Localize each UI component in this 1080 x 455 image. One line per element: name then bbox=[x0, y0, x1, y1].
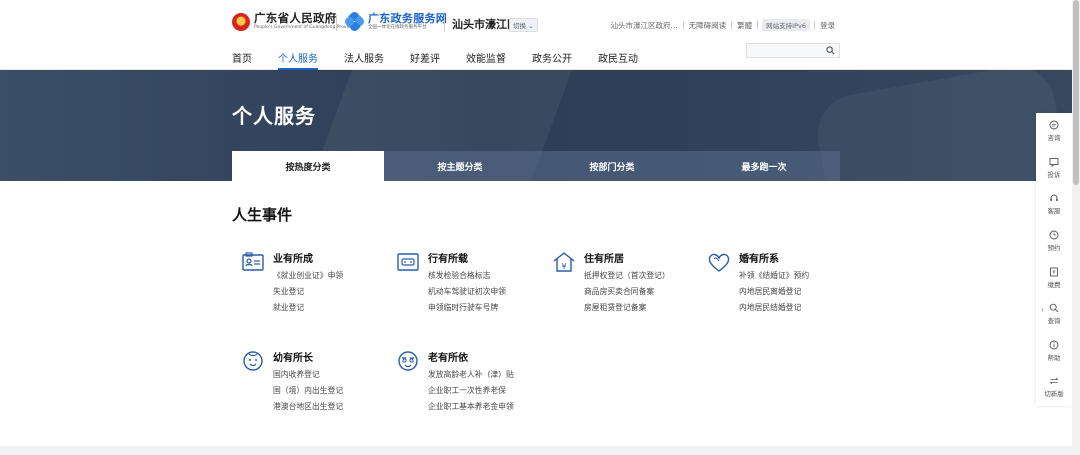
id-card-icon bbox=[242, 252, 264, 271]
service-link[interactable]: 失业登记 bbox=[273, 286, 343, 302]
tab-by-popularity[interactable]: 按热度分类 bbox=[232, 151, 384, 181]
tab-by-theme[interactable]: 按主题分类 bbox=[384, 151, 536, 181]
search-icon bbox=[1049, 304, 1059, 313]
sidebar-label: 预约 bbox=[1047, 244, 1061, 253]
svg-text:¥: ¥ bbox=[1052, 270, 1055, 276]
service-link[interactable]: 国（境）内出生登记 bbox=[273, 385, 343, 401]
sidebar-help[interactable]: 帮助 bbox=[1036, 333, 1072, 370]
nav-rating[interactable]: 好差评 bbox=[410, 50, 440, 70]
sidebar-label: 客服 bbox=[1047, 207, 1061, 216]
login-link[interactable]: 登录 bbox=[815, 20, 840, 31]
service-link[interactable]: 抵押权登记（首次登记） bbox=[584, 270, 670, 286]
service-link[interactable]: 补领《结婚证》预约 bbox=[739, 270, 809, 286]
category-tabs: 按热度分类 按主题分类 按部门分类 最多跑一次 bbox=[232, 151, 840, 181]
gov-link[interactable]: 汕头市濠江区政府... bbox=[606, 20, 683, 31]
top-links: 汕头市濠江区政府... 无障碍阅读 繁體 网站支持IPv6 登录 bbox=[606, 19, 840, 31]
nav-personal-service[interactable]: 个人服务 bbox=[278, 50, 318, 70]
category-title[interactable]: 业有所成 bbox=[273, 250, 313, 265]
section-title: 人生事件 bbox=[232, 206, 293, 224]
category-title[interactable]: 住有所居 bbox=[584, 250, 624, 265]
service-link[interactable]: 申领临时行驶车号牌 bbox=[428, 302, 506, 318]
category-title[interactable]: 婚有所系 bbox=[739, 250, 779, 265]
category-title[interactable]: 行有所载 bbox=[428, 250, 468, 265]
complaint-icon bbox=[1049, 157, 1059, 167]
site-header: 广东省人民政府 People's Government of Guangdong… bbox=[0, 0, 1080, 70]
gd-gov-logo-text: 广东省人民政府 bbox=[254, 11, 337, 25]
car-icon bbox=[397, 253, 419, 271]
gd-gov-logo[interactable]: 广东省人民政府 People's Government of Guangdong… bbox=[232, 12, 356, 31]
category-title[interactable]: 老有所依 bbox=[428, 349, 468, 364]
city-switch-label: 切换 bbox=[513, 22, 526, 30]
service-link[interactable]: 房屋租赁登记备案 bbox=[584, 302, 670, 318]
search-icon[interactable] bbox=[826, 46, 835, 55]
nav-home[interactable]: 首页 bbox=[232, 50, 252, 70]
service-link[interactable]: 商品房买卖合同备案 bbox=[584, 286, 670, 302]
sidebar-label: 缴费 bbox=[1047, 280, 1061, 289]
nav-corporate-service[interactable]: 法人服务 bbox=[344, 50, 384, 70]
heart-icon bbox=[708, 253, 730, 272]
svg-text:¥: ¥ bbox=[561, 262, 566, 271]
sidebar-complaint[interactable]: 投诉 bbox=[1036, 150, 1072, 187]
tab-by-department[interactable]: 按部门分类 bbox=[536, 151, 688, 181]
payment-icon: ¥ bbox=[1050, 267, 1058, 277]
nav-interaction[interactable]: 政民互动 bbox=[598, 50, 638, 70]
service-link[interactable]: 企业职工一次性养老保 bbox=[428, 385, 514, 401]
service-link[interactable]: 港澳台地区出生登记 bbox=[273, 401, 343, 417]
sidebar-service[interactable]: 客服 bbox=[1036, 186, 1072, 223]
sidebar-consult[interactable]: 咨询 bbox=[1036, 113, 1072, 150]
category-title[interactable]: 幼有所长 bbox=[273, 349, 313, 364]
baby-icon bbox=[243, 351, 263, 371]
sidebar-payment[interactable]: ¥ 缴费 bbox=[1036, 259, 1072, 296]
national-emblem-icon bbox=[232, 12, 250, 31]
search-input[interactable] bbox=[746, 43, 840, 58]
scrollbar-thumb[interactable] bbox=[1073, 0, 1079, 185]
service-link[interactable]: 国内收养登记 bbox=[273, 369, 343, 385]
elder-icon bbox=[398, 351, 418, 371]
clock-icon bbox=[1049, 230, 1059, 240]
floating-toolbar: 咨询 投诉 客服 预约 ¥ 缴费 查询 帮助 切新版 bbox=[1036, 113, 1072, 406]
gd-service-logo-subtext: 全国一体化在线政务服务平台 bbox=[368, 25, 427, 30]
sidebar-label: 咨询 bbox=[1047, 134, 1061, 143]
info-icon bbox=[1049, 340, 1059, 350]
service-link[interactable]: 企业职工基本养老金申领 bbox=[428, 401, 514, 417]
traditional-chinese-link[interactable]: 繁體 bbox=[732, 20, 757, 31]
page-title: 个人服务 bbox=[232, 104, 316, 128]
nav-efficiency[interactable]: 效能监督 bbox=[466, 50, 506, 70]
main-nav: 首页 个人服务 法人服务 好差评 效能监督 政务公开 政民互动 bbox=[232, 50, 664, 70]
service-link[interactable]: 发放高龄老人补（津）贴 bbox=[428, 369, 514, 385]
headset-icon bbox=[1050, 195, 1058, 202]
sidebar-label: 投诉 bbox=[1047, 170, 1061, 179]
ipv6-badge: 网站支持IPv6 bbox=[762, 19, 810, 31]
accessible-reading-link[interactable]: 无障碍阅读 bbox=[684, 20, 732, 31]
service-link[interactable]: 核发检验合格标志 bbox=[428, 270, 506, 286]
sidebar-query[interactable]: 查询 bbox=[1036, 296, 1072, 333]
gd-service-logo[interactable]: 广东政务服务网 全国一体化在线政务服务平台 bbox=[343, 10, 448, 33]
chat-icon bbox=[1049, 120, 1059, 130]
sidebar-label: 查询 bbox=[1047, 317, 1061, 326]
sidebar-switch-version[interactable]: 切新版 bbox=[1036, 369, 1072, 406]
city-divider bbox=[444, 15, 445, 31]
gd-gov-logo-subtext: People's Government of Guangdong Provinc… bbox=[254, 25, 356, 30]
gd-service-logo-text: 广东政务服务网 bbox=[368, 12, 448, 25]
sidebar-label: 帮助 bbox=[1047, 353, 1061, 362]
house-icon: ¥ bbox=[553, 252, 575, 272]
service-link[interactable]: 《就业创业证》申领 bbox=[273, 270, 343, 286]
chevron-down-icon: ⌄ bbox=[528, 22, 534, 30]
switch-icon bbox=[1049, 378, 1059, 385]
sidebar-appointment[interactable]: 预约 bbox=[1036, 223, 1072, 260]
footer-strip bbox=[0, 446, 1072, 455]
service-link[interactable]: 就业登记 bbox=[273, 302, 343, 318]
service-link[interactable]: 内地居民结婚登记 bbox=[739, 302, 809, 318]
service-link[interactable]: 机动车驾驶证初次申领 bbox=[428, 286, 506, 302]
main-content bbox=[0, 181, 1080, 446]
flower-logo-icon bbox=[343, 10, 366, 33]
tab-run-once[interactable]: 最多跑一次 bbox=[688, 151, 840, 181]
sidebar-label: 切新版 bbox=[1044, 390, 1064, 399]
logo-divider bbox=[336, 15, 337, 31]
link-divider bbox=[757, 21, 759, 29]
city-switch-button[interactable]: 切换 ⌄ bbox=[509, 18, 538, 32]
collapse-toolbar-icon[interactable]: ‹ bbox=[1041, 306, 1044, 314]
nav-gov-affairs[interactable]: 政务公开 bbox=[532, 50, 572, 70]
service-link[interactable]: 内地居民离婚登记 bbox=[739, 286, 809, 302]
